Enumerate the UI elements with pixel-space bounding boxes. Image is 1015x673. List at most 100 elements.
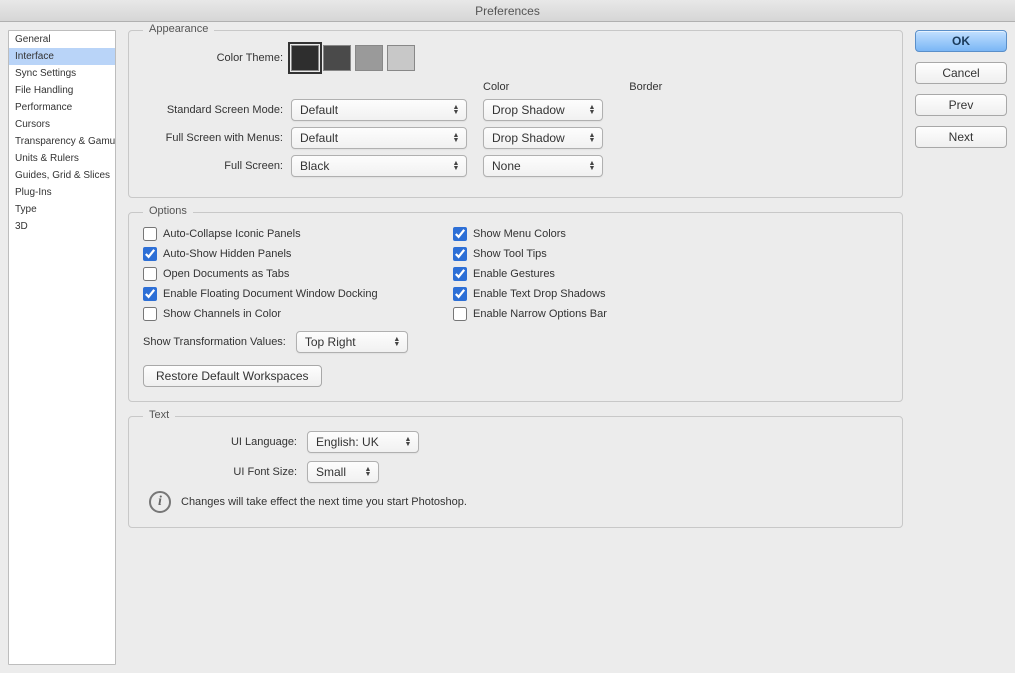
chevron-updown-icon: ▲▼ [391, 337, 403, 347]
option-checkbox[interactable]: Enable Gestures [453, 267, 753, 281]
color-theme-swatch[interactable] [387, 45, 415, 71]
screen-mode-row: Standard Screen Mode:Default▲▼Drop Shado… [143, 99, 888, 121]
select-value: Default [300, 131, 338, 145]
chevron-updown-icon: ▲▼ [450, 133, 462, 143]
screen-border-select[interactable]: Drop Shadow ▲▼ [483, 127, 603, 149]
option-checkbox[interactable]: Auto-Show Hidden Panels [143, 247, 443, 261]
sidebar: GeneralInterfaceSync SettingsFile Handli… [8, 30, 116, 665]
column-header-color: Color [483, 81, 509, 93]
dialog-buttons: OK Cancel Prev Next [915, 30, 1007, 665]
main-panel: Appearance Color Theme: Color Border Sta… [128, 30, 903, 665]
screen-mode-label: Standard Screen Mode: [143, 104, 291, 116]
checkbox-label: Open Documents as Tabs [163, 268, 289, 280]
sidebar-item-plug-ins[interactable]: Plug-Ins [9, 184, 115, 201]
checkbox-input[interactable] [453, 227, 467, 241]
screen-color-select[interactable]: Default ▲▼ [291, 99, 467, 121]
option-checkbox[interactable]: Enable Narrow Options Bar [453, 307, 753, 321]
chevron-updown-icon: ▲▼ [402, 437, 414, 447]
sidebar-item-sync-settings[interactable]: Sync Settings [9, 65, 115, 82]
option-checkbox[interactable]: Show Menu Colors [453, 227, 753, 241]
color-theme-swatch[interactable] [291, 45, 319, 71]
checkbox-label: Auto-Collapse Iconic Panels [163, 228, 301, 240]
checkbox-input[interactable] [453, 287, 467, 301]
checkbox-input[interactable] [453, 267, 467, 281]
chevron-updown-icon: ▲▼ [450, 161, 462, 171]
checkbox-label: Show Tool Tips [473, 248, 547, 260]
checkbox-label: Enable Floating Document Window Docking [163, 288, 378, 300]
cancel-button[interactable]: Cancel [915, 62, 1007, 84]
screen-mode-row: Full Screen with Menus:Default▲▼Drop Sha… [143, 127, 888, 149]
info-text: Changes will take effect the next time y… [181, 496, 467, 508]
checkbox-input[interactable] [453, 247, 467, 261]
chevron-updown-icon: ▲▼ [586, 105, 598, 115]
checkbox-input[interactable] [143, 307, 157, 321]
color-theme-swatches [291, 45, 415, 71]
sidebar-item-general[interactable]: General [9, 31, 115, 48]
chevron-updown-icon: ▲▼ [362, 467, 374, 477]
color-theme-label: Color Theme: [143, 52, 291, 64]
select-value: Drop Shadow [492, 131, 565, 145]
ui-language-value: English: UK [316, 435, 379, 449]
checkbox-label: Auto-Show Hidden Panels [163, 248, 291, 260]
ui-font-value: Small [316, 465, 346, 479]
ui-language-select[interactable]: English: UK ▲▼ [307, 431, 419, 453]
checkbox-label: Enable Gestures [473, 268, 555, 280]
option-checkbox[interactable]: Enable Floating Document Window Docking [143, 287, 443, 301]
chevron-updown-icon: ▲▼ [586, 161, 598, 171]
prev-button[interactable]: Prev [915, 94, 1007, 116]
option-checkbox[interactable]: Auto-Collapse Iconic Panels [143, 227, 443, 241]
sidebar-item-3d[interactable]: 3D [9, 218, 115, 235]
info-icon: i [149, 491, 171, 513]
checkbox-label: Show Channels in Color [163, 308, 281, 320]
chevron-updown-icon: ▲▼ [586, 133, 598, 143]
screen-border-select[interactable]: None ▲▼ [483, 155, 603, 177]
screen-color-select[interactable]: Default ▲▼ [291, 127, 467, 149]
appearance-group: Appearance Color Theme: Color Border Sta… [128, 30, 903, 198]
appearance-legend: Appearance [143, 23, 214, 35]
option-checkbox[interactable]: Show Tool Tips [453, 247, 753, 261]
checkbox-input[interactable] [453, 307, 467, 321]
screen-mode-row: Full Screen: Black ▲▼ None ▲▼ [143, 155, 888, 177]
transform-value: Top Right [305, 335, 356, 349]
sidebar-item-cursors[interactable]: Cursors [9, 116, 115, 133]
text-group: Text UI Language: English: UK ▲▼ UI Font… [128, 416, 903, 528]
checkbox-input[interactable] [143, 267, 157, 281]
sidebar-item-transparency-gamut[interactable]: Transparency & Gamut [9, 133, 115, 150]
ui-font-select[interactable]: Small ▲▼ [307, 461, 379, 483]
ui-font-label: UI Font Size: [143, 466, 307, 478]
color-theme-swatch[interactable] [323, 45, 351, 71]
option-checkbox[interactable]: Open Documents as Tabs [143, 267, 443, 281]
sidebar-item-units-rulers[interactable]: Units & Rulers [9, 150, 115, 167]
checkbox-label: Show Menu Colors [473, 228, 566, 240]
option-checkbox[interactable]: Enable Text Drop Shadows [453, 287, 753, 301]
ok-button[interactable]: OK [915, 30, 1007, 52]
text-legend: Text [143, 409, 175, 421]
checkbox-input[interactable] [143, 227, 157, 241]
checkbox-input[interactable] [143, 287, 157, 301]
sidebar-item-interface[interactable]: Interface [9, 48, 115, 65]
color-theme-swatch[interactable] [355, 45, 383, 71]
select-value: Drop Shadow [492, 103, 565, 117]
screen-border-select[interactable]: Drop Shadow ▲▼ [483, 99, 603, 121]
screen-mode-label: Full Screen: [143, 160, 291, 172]
checkbox-input[interactable] [143, 247, 157, 261]
sidebar-item-type[interactable]: Type [9, 201, 115, 218]
next-button[interactable]: Next [915, 126, 1007, 148]
sidebar-item-file-handling[interactable]: File Handling [9, 82, 115, 99]
sidebar-item-performance[interactable]: Performance [9, 99, 115, 116]
restore-workspaces-button[interactable]: Restore Default Workspaces [143, 365, 322, 387]
window-titlebar: Preferences [0, 0, 1015, 22]
screen-mode-label: Full Screen with Menus: [143, 132, 291, 144]
option-checkbox[interactable]: Show Channels in Color [143, 307, 443, 321]
screen-color-select[interactable]: Black ▲▼ [291, 155, 467, 177]
chevron-updown-icon: ▲▼ [450, 105, 462, 115]
transform-label: Show Transformation Values: [143, 336, 286, 348]
transform-select[interactable]: Top Right ▲▼ [296, 331, 408, 353]
checkbox-label: Enable Text Drop Shadows [473, 288, 606, 300]
select-value: Black [300, 159, 329, 173]
select-value: Default [300, 103, 338, 117]
sidebar-item-guides-grid-slices[interactable]: Guides, Grid & Slices [9, 167, 115, 184]
select-value: None [492, 159, 521, 173]
ui-language-label: UI Language: [143, 436, 307, 448]
options-legend: Options [143, 205, 193, 217]
